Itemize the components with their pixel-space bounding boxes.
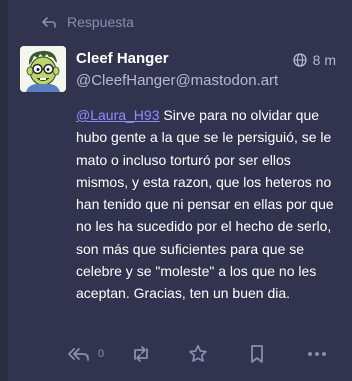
- boost-icon: [134, 346, 148, 362]
- reply-indicator: Respuesta: [41, 13, 134, 31]
- app-background: Respuesta Cleef Hanger @CleefHanger@mast…: [0, 0, 352, 381]
- boost-button[interactable]: [131, 342, 151, 366]
- globe-icon: [293, 53, 307, 67]
- bookmark-button[interactable]: [249, 342, 265, 366]
- reply-count: 0: [98, 348, 105, 360]
- timestamp[interactable]: 8 m: [313, 52, 336, 68]
- account-handle[interactable]: @CleefHanger@mastodon.art: [76, 72, 278, 89]
- reply-icon: [42, 17, 56, 28]
- reply-indicator-label: Respuesta: [67, 14, 134, 30]
- status-card[interactable]: Respuesta Cleef Hanger @CleefHanger@mast…: [8, 0, 352, 381]
- action-bar: 0: [8, 342, 352, 366]
- display-name[interactable]: Cleef Hanger: [76, 50, 169, 67]
- status-text: Sirve para no olvidar que hubo gente a l…: [76, 107, 334, 302]
- status-meta[interactable]: 8 m: [293, 52, 336, 68]
- more-button[interactable]: [307, 342, 327, 366]
- more-icon: [308, 352, 326, 356]
- status-content: @Laura_H93 Sirve para no olvidar que hub…: [76, 104, 338, 305]
- bookmark-icon: [251, 345, 263, 363]
- reply-button[interactable]: 0: [68, 342, 104, 366]
- reply-all-icon: [68, 348, 89, 361]
- star-icon: [189, 344, 207, 362]
- cartoon-avatar-image: [20, 46, 66, 92]
- mention-link[interactable]: @Laura_H93: [76, 107, 160, 123]
- avatar[interactable]: [20, 46, 66, 92]
- favourite-button[interactable]: [188, 342, 208, 366]
